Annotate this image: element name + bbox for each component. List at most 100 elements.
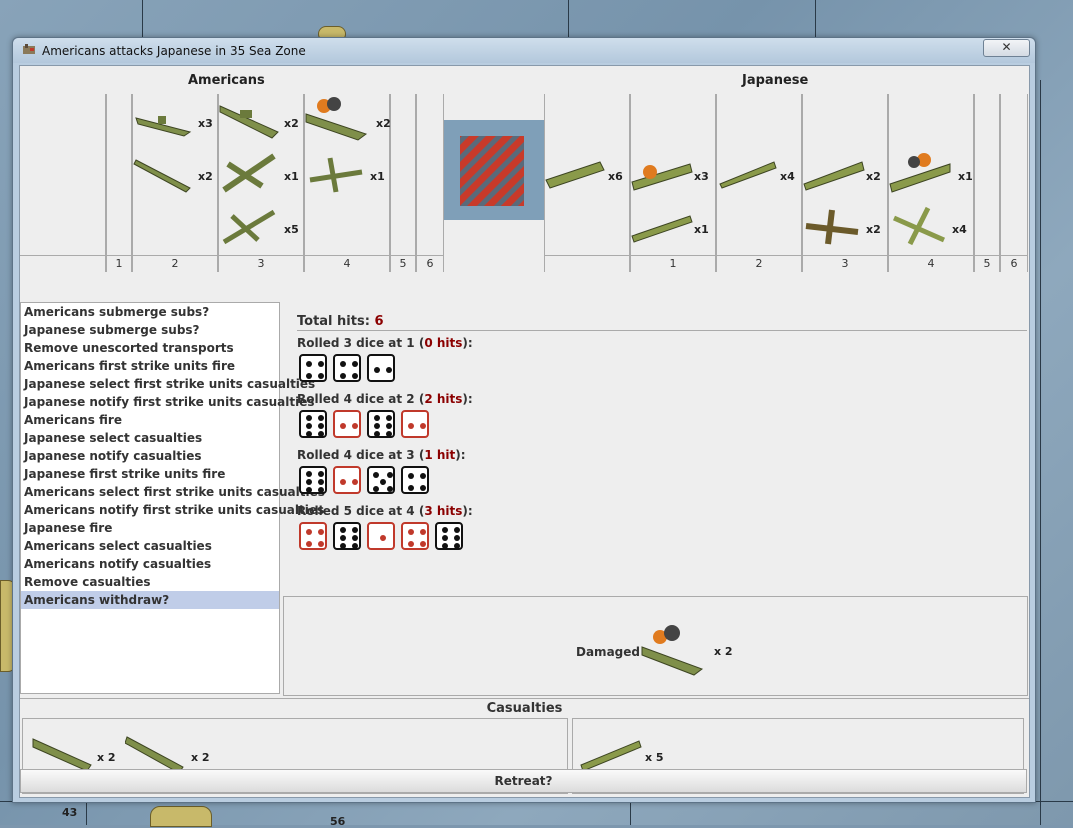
die-face-4 xyxy=(299,522,327,550)
retreat-button[interactable]: Retreat? xyxy=(20,769,1027,793)
die-face-2 xyxy=(367,354,395,382)
die-pip xyxy=(386,431,392,437)
column-number: 4 xyxy=(305,255,389,272)
battle-step-item[interactable]: Americans submerge subs? xyxy=(21,303,279,321)
die-pip xyxy=(318,423,324,429)
japanese-column-6: 6 xyxy=(1000,94,1028,272)
close-button[interactable]: ✕ xyxy=(983,39,1030,57)
die-face-6 xyxy=(299,466,327,494)
total-hits-value: 6 xyxy=(374,314,384,329)
american-column-0 xyxy=(20,94,106,272)
destroyer-icon xyxy=(716,150,780,196)
die-pip xyxy=(318,529,324,535)
die-face-6 xyxy=(367,410,395,438)
column-number: 5 xyxy=(975,255,999,272)
japanese-column-5: 5 xyxy=(974,94,1000,272)
fighter-icon xyxy=(304,150,368,196)
battle-step-item[interactable]: Remove casualties xyxy=(21,573,279,591)
battle-step-item[interactable]: Japanese submerge subs? xyxy=(21,321,279,339)
column-number: 6 xyxy=(417,255,443,272)
battle-step-item[interactable]: Americans select first strike units casu… xyxy=(21,483,325,501)
damaged-carrier-icon xyxy=(630,150,694,196)
die-face-1 xyxy=(367,522,395,550)
bomber-icon xyxy=(218,150,282,196)
american-column-6: 6 xyxy=(416,94,444,272)
battle-step-item[interactable]: Americans fire xyxy=(21,411,279,429)
damaged-battleship-icon xyxy=(304,96,368,142)
die-pip xyxy=(352,527,358,533)
contested-zone-icon xyxy=(460,136,524,206)
battle-step-item[interactable]: Americans select casualties xyxy=(21,537,279,555)
roll-prefix: Rolled 4 dice at 3 ( xyxy=(297,448,425,462)
die-pip xyxy=(340,423,346,429)
fighter-icon xyxy=(218,204,282,250)
die-pip xyxy=(420,485,426,491)
die-face-2 xyxy=(401,410,429,438)
die-pip xyxy=(318,541,324,547)
battle-step-item[interactable]: Americans notify casualties xyxy=(21,555,279,573)
die-pip xyxy=(420,541,426,547)
roll-suffix: ): xyxy=(462,336,473,350)
die-pip xyxy=(386,415,392,421)
die-pip xyxy=(408,423,414,429)
battle-step-item[interactable]: Japanese first strike units fire xyxy=(21,465,279,483)
window-title: Americans attacks Japanese in 35 Sea Zon… xyxy=(42,44,306,58)
die-pip xyxy=(387,472,393,478)
die-face-6 xyxy=(333,522,361,550)
die-pip xyxy=(408,485,414,491)
unit-count: x4 xyxy=(952,223,967,236)
submarine-icon xyxy=(132,152,196,198)
die-pip xyxy=(442,543,448,549)
column-number: 6 xyxy=(1001,255,1027,272)
die-pip xyxy=(352,479,358,485)
column-number: 3 xyxy=(803,255,887,272)
die-pip xyxy=(408,541,414,547)
die-pip xyxy=(306,479,312,485)
unit-count: x2 xyxy=(866,170,881,183)
unit-count: x1 xyxy=(958,170,973,183)
column-number xyxy=(545,255,629,272)
battle-step-item[interactable]: Americans withdraw? xyxy=(21,591,279,609)
battle-step-item[interactable]: Japanese select first strike units casua… xyxy=(21,375,315,393)
battle-step-item[interactable]: Americans first strike units fire xyxy=(21,357,279,375)
unit-count: x4 xyxy=(780,170,795,183)
unit-count: x1 xyxy=(284,170,299,183)
battle-step-item[interactable]: Japanese select casualties xyxy=(21,429,279,447)
die-pip xyxy=(318,373,324,379)
unit-count: x2 xyxy=(866,223,881,236)
die-pip xyxy=(340,479,346,485)
die-pip xyxy=(442,527,448,533)
column-number: 4 xyxy=(889,255,973,272)
unit-count: x3 xyxy=(198,117,213,130)
die-face-4 xyxy=(401,522,429,550)
die-pip xyxy=(374,423,380,429)
unit-count: x1 xyxy=(370,170,385,183)
die-pip xyxy=(306,361,312,367)
column-number: 2 xyxy=(133,255,217,272)
roll-suffix: ): xyxy=(462,392,473,406)
column-number xyxy=(20,255,105,272)
die-pip xyxy=(420,473,426,479)
column-number: 3 xyxy=(219,255,303,272)
die-pip xyxy=(454,527,460,533)
battle-steps-list[interactable]: Americans submerge subs? Japanese submerg… xyxy=(20,302,325,694)
die-pip xyxy=(374,367,380,373)
cruiser-icon xyxy=(802,150,866,196)
roll-hits: 2 hits xyxy=(424,392,463,406)
battle-step-item[interactable]: Japanese notify casualties xyxy=(21,447,279,465)
battle-step-item[interactable]: Japanese fire xyxy=(21,519,279,537)
die-pip xyxy=(306,487,312,493)
fighter-icon xyxy=(888,204,952,250)
title-bar[interactable]: Americans attacks Japanese in 35 Sea Zon… xyxy=(13,38,1035,63)
die-pip xyxy=(420,423,426,429)
battle-step-item[interactable]: Japanese notify first strike units casua… xyxy=(21,393,315,411)
die-face-5 xyxy=(367,466,395,494)
battle-step-item[interactable]: Remove unescorted transports xyxy=(21,339,279,357)
destroyer-icon xyxy=(132,98,196,144)
battle-step-item[interactable]: Americans notify first strike units casu… xyxy=(21,501,324,519)
total-hits-label: Total hits: xyxy=(297,314,370,329)
unit-count: x2 xyxy=(198,170,213,183)
die-pip xyxy=(386,423,392,429)
american-column-5: 5 xyxy=(390,94,416,272)
die-pip xyxy=(318,431,324,437)
